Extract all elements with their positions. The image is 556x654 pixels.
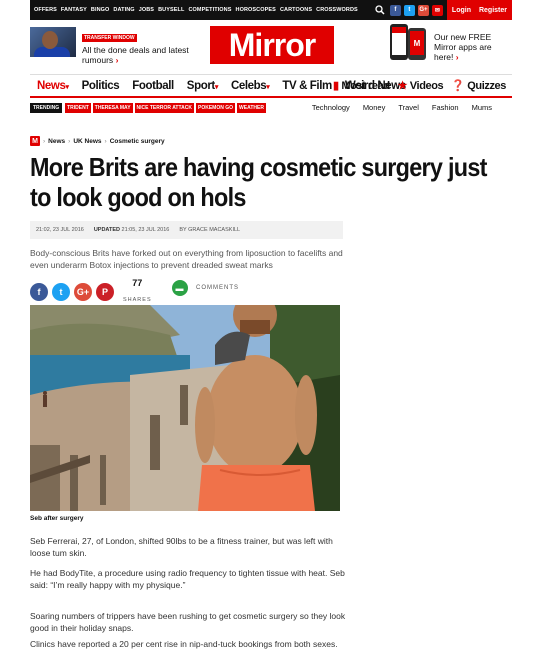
chevron-down-icon: ▾ <box>266 83 270 91</box>
article-paragraph: Clinics have reported a 20 per cent rise… <box>30 639 338 649</box>
googleplus-icon[interactable]: G+ <box>417 4 429 16</box>
article-meta: 21:02, 23 JUL 2016 UPDATED 21:05, 23 JUL… <box>30 221 343 239</box>
account-box: Login Register <box>446 0 512 20</box>
main-nav: News▾ Politics Football Sport▾ Celebs▾ TV & F… <box>30 74 512 98</box>
app-phones-image[interactable]: M <box>388 24 430 62</box>
article-paragraph: He had BodyTite, a procedure using radio… <box>30 568 345 590</box>
article-standfirst: Body-conscious Brits have forked out on … <box>30 248 343 270</box>
utility-link-buysell[interactable]: BUYSELL <box>158 7 184 13</box>
trending-tag[interactable]: POKEMON GO <box>196 103 236 113</box>
breadcrumb-uk-news[interactable]: UK News <box>73 138 101 145</box>
trending-tag[interactable]: NICE TERROR ATTACK <box>134 103 195 113</box>
comment-icon: ▬ <box>172 280 188 296</box>
beach-scene-illustration <box>30 305 340 511</box>
mirror-home-icon[interactable]: M <box>30 136 40 146</box>
secondary-nav-mums[interactable]: Mums <box>472 103 492 112</box>
nav-item-tv-film[interactable]: TV & Film <box>282 79 332 92</box>
utility-link-bingo[interactable]: BINGO <box>91 7 110 13</box>
nav-item-label: Politics <box>81 79 120 92</box>
by-label: BY <box>179 227 187 233</box>
twitter-icon[interactable]: t <box>403 4 415 16</box>
transfer-promo-image[interactable] <box>30 27 76 57</box>
share-count-label: SHARES <box>123 297 152 303</box>
social-icons: f t G+ ✉ <box>389 4 443 16</box>
utility-link-fantasy[interactable]: FANTASY <box>61 7 87 13</box>
published-time: 21:02, 23 JUL 2016 <box>36 227 84 233</box>
nav-item-label: Football <box>132 79 174 92</box>
author-name[interactable]: GRACE MACASKILL <box>188 227 240 233</box>
utility-link-crosswords[interactable]: CROSSWORDS <box>316 7 358 13</box>
search-icon[interactable] <box>374 4 386 16</box>
utility-link-offers[interactable]: OFFERS <box>34 7 57 13</box>
share-count-number: 77 <box>132 278 143 288</box>
chevron-down-icon: ▾ <box>214 83 219 91</box>
utility-link-jobs[interactable]: JOBS <box>139 7 154 13</box>
breadcrumb: M › News › UK News › Cosmetic surgery <box>30 136 165 146</box>
facebook-icon[interactable]: f <box>389 4 401 16</box>
secondary-nav-fashion[interactable]: Fashion <box>432 103 459 112</box>
updated-label: UPDATED <box>93 227 120 233</box>
trending-tag[interactable]: WEATHER <box>237 103 266 113</box>
article-paragraph: Seb Ferrerai, 27, of London, shifted 90l… <box>30 536 333 558</box>
secondary-nav-money[interactable]: Money <box>363 103 386 112</box>
chevron-down-icon: ▾ <box>65 83 69 91</box>
share-pinterest-button[interactable]: P <box>96 283 114 301</box>
share-count: 77 SHARES <box>123 278 152 306</box>
utility-link-horoscopes[interactable]: HOROSCOPES <box>236 7 276 13</box>
share-facebook-button[interactable]: f <box>30 283 48 301</box>
transfer-promo[interactable]: TRANSFER WINDOW All the done deals and l… <box>82 26 192 65</box>
nav-item-label: Celebs <box>230 79 267 92</box>
share-googleplus-button[interactable]: G+ <box>74 283 92 301</box>
top-utility-bar: OFFERS FANTASY BINGO DATING JOBS BUYSELL COMPE… <box>30 0 512 20</box>
utility-links: OFFERS FANTASY BINGO DATING JOBS BUYSELL COMPE… <box>30 7 374 13</box>
breadcrumb-news[interactable]: News <box>48 138 65 145</box>
nav-item-celebs[interactable]: Celebs▾ <box>230 79 270 92</box>
updated-time: 21:05, 23 JUL 2016 <box>121 227 170 233</box>
secondary-nav-technology[interactable]: Technology <box>312 103 350 112</box>
register-link[interactable]: Register <box>479 7 507 14</box>
photo-caption: Seb after surgery <box>30 515 84 522</box>
masthead: TRANSFER WINDOW All the done deals and l… <box>30 22 512 70</box>
nav-item-label: TV & Film <box>282 79 332 92</box>
email-icon[interactable]: ✉ <box>431 4 443 16</box>
nav-item-news[interactable]: News▾ <box>37 80 69 92</box>
login-link[interactable]: Login <box>452 7 471 14</box>
comments-label: COMMENTS <box>196 285 239 291</box>
nav-item-label: News <box>37 79 66 92</box>
bar-chart-icon: ▮ <box>333 80 339 92</box>
trending-tag[interactable]: THERESA MAY <box>92 103 133 113</box>
app-promo-link[interactable]: Our new FREE Mirror apps are here! › <box>434 32 512 62</box>
utility-link-dating[interactable]: DATING <box>113 7 134 13</box>
share-bar: f t G+ P 77 SHARES ▬ COMMENTS <box>30 278 238 306</box>
videos-link[interactable]: ★ Videos <box>398 79 444 92</box>
secondary-nav: Technology Money Travel Fashion Mums <box>312 103 492 112</box>
promo-tag: TRANSFER WINDOW <box>82 34 137 42</box>
star-icon: ★ <box>397 80 408 92</box>
trending-tag[interactable]: TRIDENT <box>65 103 91 113</box>
article-headline: More Brits are having cosmetic surgery j… <box>30 152 487 212</box>
article-photo[interactable] <box>30 305 340 511</box>
quizzes-link[interactable]: ❓ Quizzes <box>451 79 506 92</box>
secondary-nav-travel[interactable]: Travel <box>398 103 419 112</box>
nav-item-football[interactable]: Football <box>132 80 174 92</box>
mirror-logo[interactable]: Mirror <box>210 26 334 64</box>
promo-title[interactable]: All the done deals and latest rumours › <box>82 45 192 65</box>
nav-item-label: Sport <box>186 79 215 92</box>
article-paragraph: Soaring numbers of trippers have been ru… <box>30 611 346 633</box>
breadcrumb-cosmetic-surgery[interactable]: Cosmetic surgery <box>110 138 165 145</box>
question-icon: ❓ <box>451 80 465 92</box>
share-twitter-button[interactable]: t <box>52 283 70 301</box>
nav-right: ▮ Most read ★ Videos ❓ Quizzes <box>333 79 506 92</box>
utility-link-cartoons[interactable]: CARTOONS <box>280 7 312 13</box>
trending-bar: TRENDING TRIDENT THERESA MAY NICE TERROR A… <box>30 100 512 116</box>
nav-item-politics[interactable]: Politics <box>82 80 120 92</box>
utility-link-competitions[interactable]: COMPETITIONS <box>188 7 231 13</box>
most-read-link[interactable]: ▮ Most read <box>333 79 390 92</box>
trending-label: TRENDING <box>30 103 63 113</box>
comments-button[interactable]: ▬ COMMENTS <box>172 280 239 296</box>
nav-item-sport[interactable]: Sport▾ <box>186 79 219 92</box>
